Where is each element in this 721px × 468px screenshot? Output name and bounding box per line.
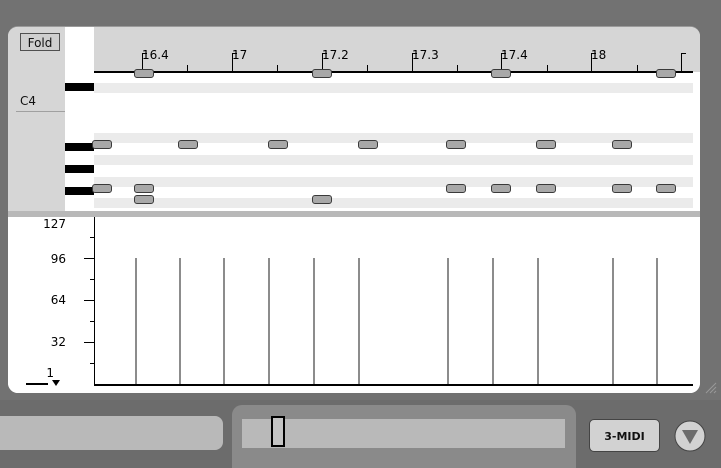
ruler-major-tick xyxy=(412,53,413,71)
velocity-bar[interactable] xyxy=(447,258,449,384)
midi-note[interactable] xyxy=(491,184,511,193)
velocity-axis xyxy=(94,217,95,385)
note-grid[interactable] xyxy=(92,69,693,208)
midi-note[interactable] xyxy=(536,140,556,149)
velocity-label: 32 xyxy=(50,335,66,349)
ruler-major-tick-cap xyxy=(501,53,506,54)
ruler-major-tick-cap xyxy=(142,53,147,54)
velocity-bar[interactable] xyxy=(313,258,315,384)
midi-note[interactable] xyxy=(178,140,198,149)
midi-note[interactable] xyxy=(268,140,288,149)
midi-note[interactable] xyxy=(656,184,676,193)
midi-note-editor[interactable]: Fold C4 16.4 17 17.2 17.3 17.4 18 127 96… xyxy=(8,26,700,393)
ruler-label: 17.4 xyxy=(501,48,528,62)
velocity-editor[interactable]: 127 96 64 32 1 xyxy=(8,217,700,393)
ruler-label: 16.4 xyxy=(142,48,169,62)
ruler-major-tick-cap xyxy=(591,53,596,54)
midi-note[interactable] xyxy=(134,195,154,204)
ruler-major-tick-cap xyxy=(322,53,327,54)
midi-note[interactable] xyxy=(446,140,466,149)
velocity-bar[interactable] xyxy=(492,258,494,384)
midi-note[interactable] xyxy=(612,184,632,193)
resize-grip-icon[interactable] xyxy=(703,380,717,394)
fold-button[interactable]: Fold xyxy=(20,33,60,51)
bottom-bar: 3-MIDI xyxy=(0,400,721,468)
velocity-bar[interactable] xyxy=(223,258,225,384)
horizontal-scrollbar[interactable] xyxy=(242,419,565,448)
lane-selector-line[interactable] xyxy=(26,383,48,385)
time-ruler[interactable]: 16.4 17 17.2 17.3 17.4 18 xyxy=(94,27,700,73)
midi-note[interactable] xyxy=(446,184,466,193)
velocity-label: 96 xyxy=(50,252,66,266)
velocity-bar[interactable] xyxy=(358,258,360,384)
ruler-minor-tick xyxy=(637,65,638,71)
c4-label: C4 xyxy=(20,94,37,108)
midi-note[interactable] xyxy=(92,140,112,149)
ruler-major-tick xyxy=(232,53,233,71)
note-lane xyxy=(94,83,693,93)
ruler-major-tick xyxy=(591,53,592,71)
note-lane xyxy=(94,177,693,187)
velocity-bar[interactable] xyxy=(537,258,539,384)
velocity-tick xyxy=(84,300,94,301)
black-key[interactable] xyxy=(65,83,94,91)
midi-note[interactable] xyxy=(312,195,332,204)
midi-note[interactable] xyxy=(491,69,511,78)
midi-note[interactable] xyxy=(134,184,154,193)
status-field xyxy=(0,416,223,450)
ruler-minor-tick xyxy=(457,65,458,71)
velocity-label: 1 xyxy=(46,366,54,380)
velocity-label: 127 xyxy=(43,217,66,231)
key-label-pane: Fold C4 xyxy=(8,27,65,211)
midi-note[interactable] xyxy=(92,184,112,193)
triangle-down-icon[interactable] xyxy=(674,420,706,452)
piano-keyboard[interactable] xyxy=(65,72,94,251)
c4-marker-line xyxy=(16,111,65,112)
ruler-major-tick-cap xyxy=(681,53,686,54)
ruler-major-tick-cap xyxy=(232,53,237,54)
midi-note[interactable] xyxy=(536,184,556,193)
note-lane xyxy=(94,155,693,165)
clip-view: Fold C4 16.4 17 17.2 17.3 17.4 18 127 96… xyxy=(0,0,721,468)
velocity-label: 64 xyxy=(50,293,66,307)
velocity-bar[interactable] xyxy=(612,258,614,384)
midi-note[interactable] xyxy=(656,69,676,78)
lane-selector-arrow-icon[interactable] xyxy=(52,380,60,386)
velocity-bar[interactable] xyxy=(268,258,270,384)
midi-note[interactable] xyxy=(134,69,154,78)
ruler-major-tick xyxy=(681,53,682,71)
velocity-tick xyxy=(84,258,94,259)
scrollbar-thumb[interactable] xyxy=(271,416,285,447)
midi-note[interactable] xyxy=(312,69,332,78)
ruler-label: 17.2 xyxy=(322,48,349,62)
black-key[interactable] xyxy=(65,187,94,195)
note-lane xyxy=(94,198,693,208)
velocity-tick xyxy=(84,342,94,343)
ruler-major-tick-cap xyxy=(412,53,417,54)
ruler-minor-tick xyxy=(367,65,368,71)
ruler-label: 18 xyxy=(591,48,607,62)
black-key[interactable] xyxy=(65,165,94,173)
velocity-bar[interactable] xyxy=(135,258,137,384)
ruler-label: 17 xyxy=(232,48,248,62)
black-key[interactable] xyxy=(65,143,94,151)
ruler-minor-tick xyxy=(547,65,548,71)
velocity-baseline xyxy=(94,384,693,386)
ruler-minor-tick xyxy=(277,65,278,71)
track-name-button[interactable]: 3-MIDI xyxy=(589,419,660,452)
velocity-bar[interactable] xyxy=(656,258,658,384)
ruler-label: 17.3 xyxy=(412,48,439,62)
midi-note[interactable] xyxy=(358,140,378,149)
ruler-minor-tick xyxy=(187,65,188,71)
velocity-bar[interactable] xyxy=(179,258,181,384)
midi-note[interactable] xyxy=(612,140,632,149)
